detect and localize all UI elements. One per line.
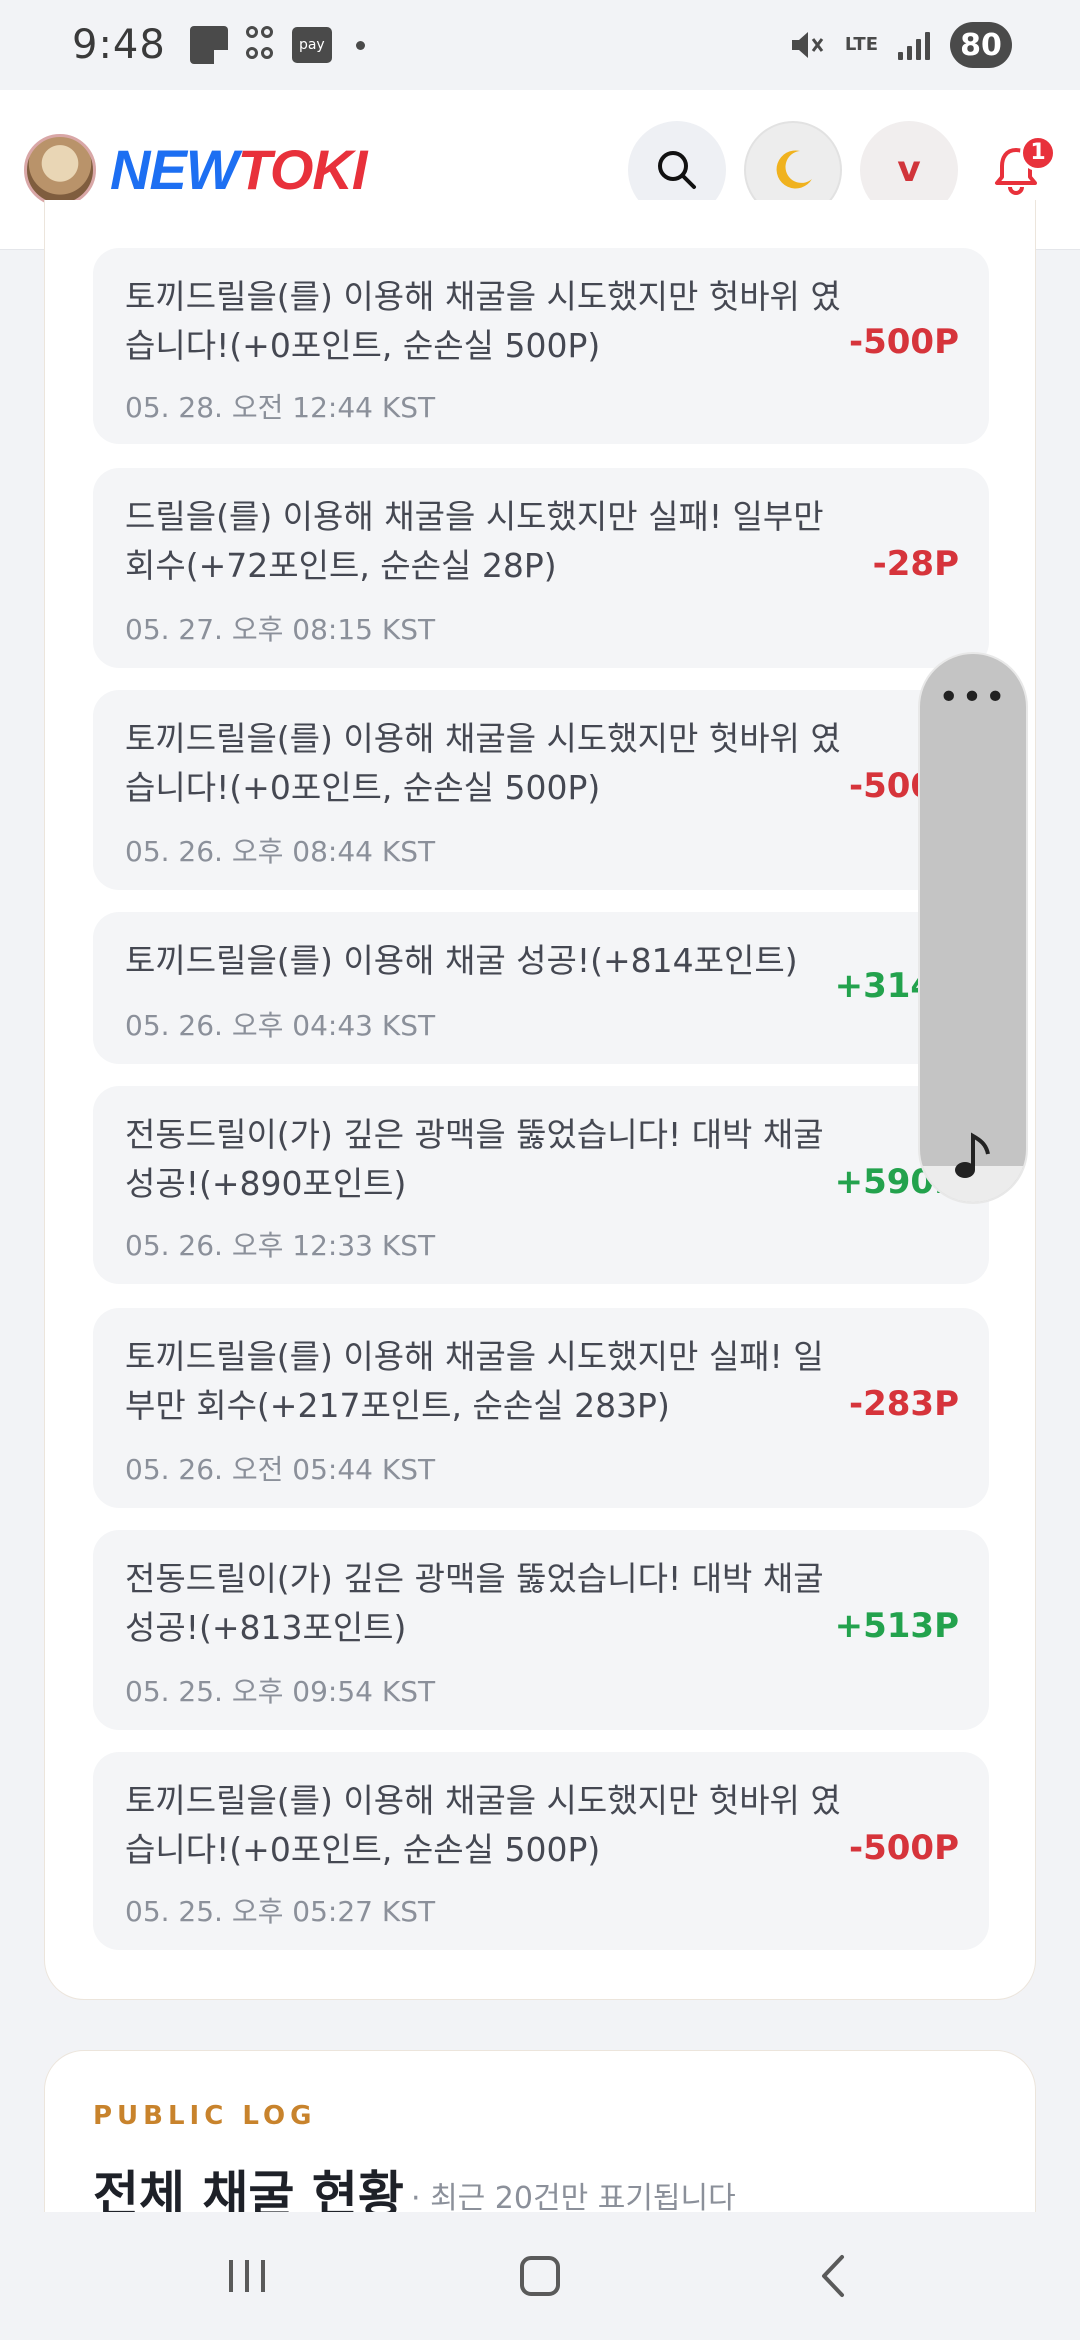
- home-icon: [519, 2256, 560, 2296]
- home-button[interactable]: [480, 2236, 600, 2316]
- log-amount: -28P: [872, 544, 959, 584]
- mute-icon: [791, 32, 824, 58]
- my-mining-log-card: 토끼드릴을(를) 이용해 채굴을 시도했지만 헛바위 였습니다!(+0포인트, …: [44, 200, 1036, 2000]
- log-amount: +513P: [834, 1606, 959, 1646]
- moon-icon: [776, 149, 812, 188]
- log-date: 05. 28. 오전 12:44 KST: [125, 391, 436, 424]
- signal-icon: [898, 30, 930, 60]
- logo-mascot-icon[interactable]: [24, 133, 96, 206]
- section-eyebrow: PUBLIC LOG: [93, 2101, 317, 2131]
- back-button[interactable]: [773, 2236, 893, 2316]
- log-item: 토끼드릴을(를) 이용해 채굴을 시도했지만 헛바위 였습니다!(+0포인트, …: [93, 690, 989, 890]
- log-amount: -500P: [848, 322, 959, 362]
- network-type: LTE: [844, 34, 878, 55]
- status-bar: 9:48 pay LTE 80: [0, 0, 1080, 90]
- log-message: 전동드릴이(가) 깊은 광맥을 뚫었습니다! 대박 채굴 성공!(+890포인트…: [125, 1115, 824, 1203]
- log-date: 05. 26. 오후 12:33 KST: [125, 1229, 436, 1262]
- logo-toki-text: TOKI: [237, 138, 368, 201]
- site-logo[interactable]: NEWTOKI: [110, 137, 368, 202]
- more-notifications-dot: [355, 40, 365, 50]
- log-date: 05. 26. 오후 04:43 KST: [125, 1009, 436, 1042]
- log-date: 05. 26. 오후 08:44 KST: [125, 835, 436, 868]
- log-date: 05. 25. 오후 05:27 KST: [125, 1895, 436, 1928]
- log-date: 05. 26. 오전 05:44 KST: [125, 1453, 436, 1486]
- log-date: 05. 27. 오후 08:15 KST: [125, 613, 436, 646]
- note-app-icon: [189, 26, 228, 64]
- search-icon: [658, 150, 696, 189]
- pay-icon: pay: [291, 27, 332, 63]
- back-icon: [822, 2255, 845, 2297]
- log-message: 전동드릴이(가) 깊은 광맥을 뚫었습니다! 대박 채굴 성공!(+813포인트…: [125, 1559, 824, 1647]
- log-message: 토끼드릴을(를) 이용해 채굴을 시도했지만 실패! 일부만 회수(+217포인…: [125, 1337, 824, 1425]
- recent-apps-icon: [228, 2260, 265, 2292]
- app-grid-icon: [245, 26, 274, 64]
- log-message: 드릴을(를) 이용해 채굴을 시도했지만 실패! 일부만 회수(+72포인트, …: [125, 497, 824, 585]
- notification-count-badge: 1: [1020, 134, 1056, 171]
- log-amount: -500P: [848, 1828, 959, 1868]
- notification-icons: pay: [189, 26, 365, 64]
- log-item: 토끼드릴을(를) 이용해 채굴을 시도했지만 헛바위 였습니다!(+0포인트, …: [93, 248, 989, 444]
- logo-new-text: NEW: [110, 138, 239, 201]
- more-dots-icon[interactable]: •••: [920, 680, 1026, 716]
- battery-level: 80: [950, 22, 1012, 68]
- section-note: · 최근 20건만 표기됩니다: [411, 2181, 736, 2216]
- floating-music-widget[interactable]: •••: [918, 652, 1028, 1204]
- system-icons: LTE 80: [787, 22, 1012, 68]
- system-navigation-bar: [0, 2212, 1080, 2340]
- log-item: 전동드릴이(가) 깊은 광맥을 뚫었습니다! 대박 채굴 성공!(+890포인트…: [93, 1086, 989, 1284]
- log-item: 전동드릴이(가) 깊은 광맥을 뚫었습니다! 대박 채굴 성공!(+813포인트…: [93, 1530, 989, 1730]
- log-message: 토끼드릴을(를) 이용해 채굴을 시도했지만 헛바위 였습니다!(+0포인트, …: [125, 1781, 841, 1869]
- music-note-icon[interactable]: [952, 1132, 992, 1180]
- log-amount: -283P: [848, 1384, 959, 1424]
- log-item: 드릴을(를) 이용해 채굴을 시도했지만 실패! 일부만 회수(+72포인트, …: [93, 468, 989, 668]
- log-message: 토끼드릴을(를) 이용해 채굴을 시도했지만 헛바위 였습니다!(+0포인트, …: [125, 277, 841, 365]
- log-date: 05. 25. 오후 09:54 KST: [125, 1675, 436, 1708]
- log-item: 토끼드릴을(를) 이용해 채굴 성공!(+814포인트) 05. 26. 오후 …: [93, 912, 989, 1064]
- log-message: 토끼드릴을(를) 이용해 채굴을 시도했지만 헛바위 였습니다!(+0포인트, …: [125, 719, 841, 807]
- log-item: 토끼드릴을(를) 이용해 채굴을 시도했지만 헛바위 였습니다!(+0포인트, …: [93, 1752, 989, 1950]
- recent-apps-button[interactable]: [187, 2236, 307, 2316]
- log-item: 토끼드릴을(를) 이용해 채굴을 시도했지만 실패! 일부만 회수(+217포인…: [93, 1308, 989, 1508]
- status-time: 9:48: [72, 22, 166, 68]
- log-message: 토끼드릴을(를) 이용해 채굴 성공!(+814포인트): [125, 941, 798, 980]
